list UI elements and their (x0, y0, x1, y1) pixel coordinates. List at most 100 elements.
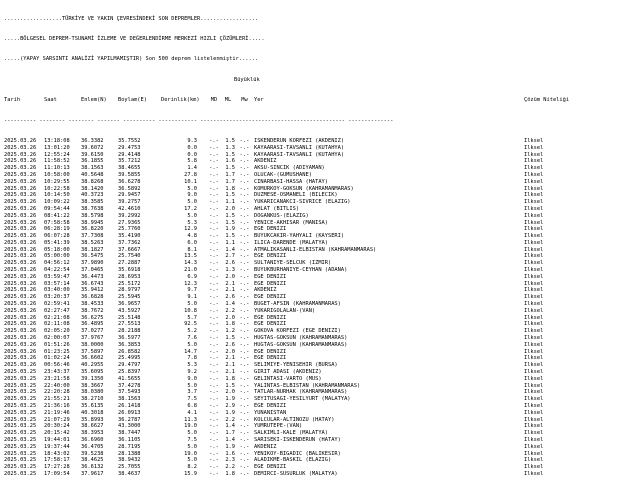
cell-place: SARISEKI-ISKENDERUN (HATAY) (254, 437, 341, 443)
cell-lat: 37.0465 (81, 267, 104, 274)
cell-lon: 37.7362 (118, 239, 141, 246)
cell-lon: 36.6278 (118, 178, 141, 185)
cell-md: -.- (209, 355, 219, 362)
cell-mw: -.- (239, 341, 250, 348)
cell-date: 2025.03.26 (4, 280, 37, 287)
header-line-3: .....(YAPAY SARSINTI ANALİZİ YAPILMAMIŞT… (4, 56, 259, 63)
cell-depth: 92.5 (184, 321, 197, 328)
table-row: 2025.03.26 03:59:47 36.4473 28.6953 6.9 -.- 2.… (4, 274, 640, 281)
cell-mw: -.- (239, 233, 250, 240)
cell-place: YENIKOY-BIGADIC (BALIKESIR) (254, 450, 341, 457)
col-depth: Derinlik(km) (161, 97, 200, 104)
cell-quality: İlksel (524, 287, 544, 294)
cell-date: 2025.03.26 (4, 219, 37, 226)
cell-place: KOMURKOY-GOKSUN (KAHRAMANMARAS) (254, 185, 354, 192)
cell-lat: 36.4705 (81, 443, 104, 450)
cell-time: 17:58:17 (44, 457, 70, 464)
cell-place: YUKARICANAKCI-SIVRICE (ELAZIG) (254, 199, 351, 206)
cell-lat: 36.5475 (81, 253, 104, 260)
cell-mw: -.- (239, 171, 250, 178)
cell-mw: -.- (239, 165, 250, 172)
cell-md: -.- (209, 321, 219, 328)
cell-quality: İlksel (524, 273, 544, 280)
cell-quality: İlksel (524, 144, 544, 151)
header-line-2: .....BÖLGESEL DEPREM-TSUNAMİ İZLEME VE D… (4, 35, 265, 42)
cell-quality: İlksel (524, 450, 544, 457)
table-row: 2025.03.25 20:15:42 38.3953 38.7447 5.0 -.- 1.… (4, 430, 640, 437)
table-row: 2025.03.26 08:41:22 38.5798 39.2992 5.0 -.- 1.… (4, 213, 640, 220)
cell-depth: 21.0 (184, 267, 197, 274)
cell-ml: 1.5 (225, 151, 235, 158)
cell-time: 09:54:44 (44, 205, 70, 212)
cell-mw: -.- (239, 178, 250, 185)
cell-quality: İlksel (524, 348, 544, 355)
table-row: 2025.03.26 10:14:50 40.3723 29.9457 9.0 -.- 1.… (4, 192, 640, 199)
cell-mw: -.- (239, 375, 250, 382)
cell-quality: İlksel (524, 212, 544, 219)
cell-place: BUYUKCAKIR-YAHYALI (KAYSERI) (254, 233, 345, 240)
cell-time: 21:55:21 (44, 396, 70, 403)
cell-ml: 1.5 (225, 219, 235, 226)
cell-lat: 38.2710 (81, 396, 104, 403)
cell-place: OLUCAK-(GUMUSHANE) (254, 171, 312, 178)
table-row: 2025.03.25 23:21:58 39.1350 41.5655 9.0 -.- 1.… (4, 376, 640, 383)
header-line-1: ..................TÜRKİYE VE YAKIN ÇEVRE… (4, 15, 259, 22)
cell-time: 10:22:58 (44, 185, 70, 192)
cell-time: 10:09:22 (44, 199, 70, 206)
table-row: 2025.03.25 23:43:37 35.6095 25.8397 9.2 -.- 2.… (4, 369, 640, 376)
cell-lon: 27.2887 (118, 260, 141, 267)
cell-lon: 38.4655 (118, 165, 141, 172)
table-row: 2025.03.26 03:40:00 35.9412 28.9797 9.7 -.- 2.… (4, 287, 640, 294)
cell-depth: 4.1 (187, 409, 197, 416)
cell-place: AHLAT (BITLIS) (254, 205, 300, 212)
cell-place: BUYUKBURHANIYE-CEYHAN (ADANA) (254, 267, 348, 274)
cell-lat: 38.4533 (81, 301, 104, 308)
cell-ml: 2.1 (225, 355, 235, 362)
cell-time: 22:20:28 (44, 389, 70, 396)
cell-mw: -.- (239, 437, 250, 443)
cell-mw: -.- (239, 267, 250, 274)
table-row: 2025.03.25 21:07:29 35.8993 36.2787 11.3 -.- 2… (4, 417, 640, 424)
cell-depth: 9.0 (187, 375, 197, 382)
table-row: 2025.03.26 07:58:58 38.9945 27.9365 5.3 -.- 1.… (4, 220, 640, 227)
cell-depth: 6.0 (187, 239, 197, 246)
cell-depth: 5.0 (187, 185, 197, 192)
cell-place: AKSU-SINCIK (ADIYAMAN) (254, 165, 325, 172)
cell-quality: İlksel (524, 260, 544, 267)
cell-md: -.- (209, 192, 219, 199)
cell-md: -.- (209, 464, 219, 471)
cell-quality: İlksel (524, 137, 544, 144)
table-row: 2025.03.26 05:00:00 36.5475 25.7540 13.5 -.- 2… (4, 253, 640, 260)
cell-depth: 5.3 (187, 362, 197, 369)
cell-lat: 38.8268 (81, 178, 104, 185)
cell-quality: İlksel (524, 165, 544, 172)
cell-place: KAYAARASI-TAVSANLI (KUTAHYA) (254, 151, 345, 158)
cell-place: DUZMESE-OSMANELI (BILECIK) (254, 192, 338, 199)
cell-date: 2025.03.26 (4, 178, 37, 185)
cell-lon: 35.4190 (118, 233, 141, 240)
cell-quality: İlksel (524, 280, 544, 287)
cell-ml: 1.5 (225, 137, 235, 144)
cell-time: 19:44:01 (44, 437, 70, 443)
cell-time: 18:43:02 (44, 450, 70, 457)
cell-lon: 28.1388 (118, 450, 141, 457)
cell-depth: 12.9 (184, 226, 197, 233)
cell-mw: -.- (239, 423, 250, 430)
cell-ml: 2.2 (225, 307, 235, 314)
cell-ml: 2.0 (225, 205, 235, 212)
cell-quality: İlksel (524, 253, 544, 260)
cell-lon: 28.7195 (118, 443, 141, 450)
cell-date: 2025.03.25 (4, 409, 37, 416)
cell-ml: 2.6 (225, 341, 235, 348)
cell-quality: İlksel (524, 355, 544, 362)
cell-place: SULTANIYE-SELCUK (IZMIR) (254, 260, 332, 267)
table-row: 2025.03.26 12:55:24 39.6150 29.4148 0.0 -.- 1.… (4, 152, 640, 159)
cell-depth: 3.7 (187, 389, 197, 396)
magnitude-label: Büyüklük (234, 76, 260, 83)
cell-md: -.- (209, 423, 219, 430)
cell-depth: 15.9 (184, 470, 197, 477)
table-row: 2025.03.26 02:05:20 37.0277 28.2188 5.2 -.- 1.… (4, 328, 640, 335)
cell-ml: 1.1 (225, 199, 235, 206)
cell-place: HUGTAS-GOKSUN (KAHRAMANMARAS) (254, 341, 348, 348)
cell-date: 2025.03.26 (4, 321, 37, 328)
